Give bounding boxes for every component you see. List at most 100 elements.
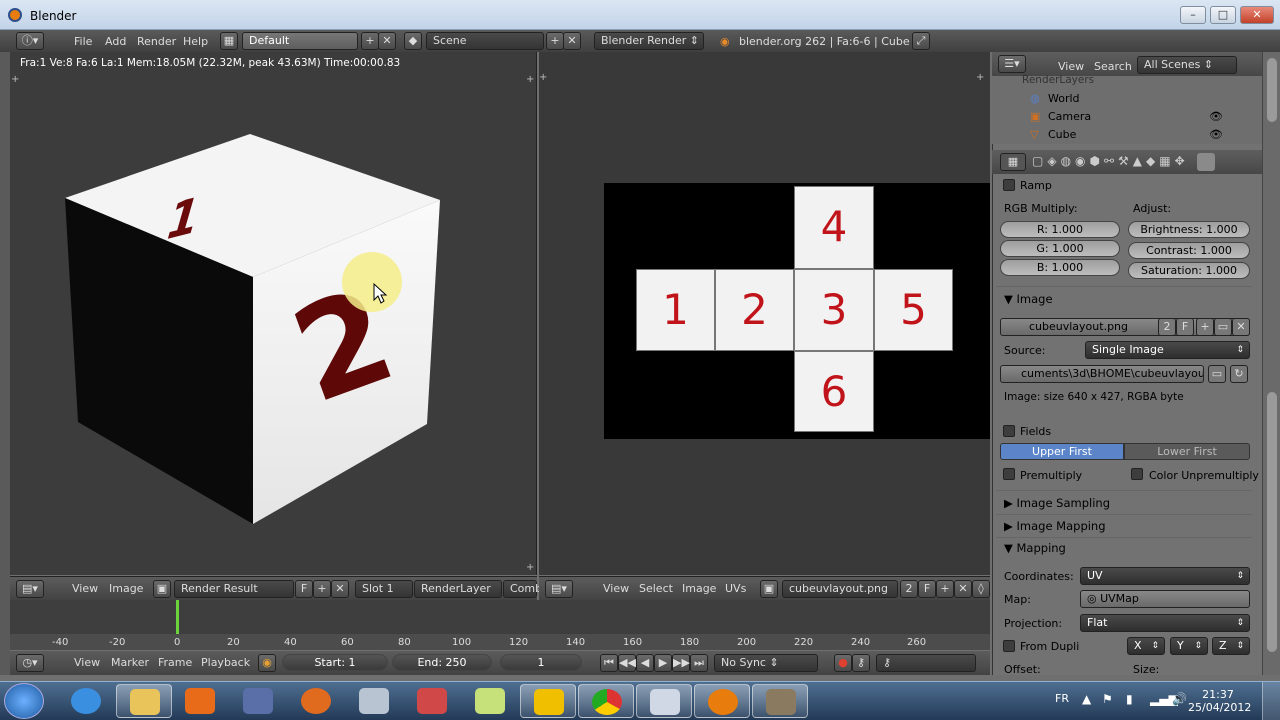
uv-fake-user-f-button[interactable]: F [918, 580, 936, 598]
maximize-button[interactable]: □ [1210, 6, 1236, 24]
uv-menu-view[interactable]: View [603, 582, 629, 595]
add-layout-icon[interactable]: + [361, 32, 379, 50]
image-new-icon[interactable]: + [1196, 318, 1214, 336]
start-frame-field[interactable]: Start: 1 [282, 654, 388, 671]
uv-image-browse-icon[interactable]: ▣ [760, 580, 778, 598]
editor-type-properties-icon[interactable]: ▦ [1000, 153, 1026, 171]
taskbar-media[interactable] [172, 684, 228, 718]
taskbar-notes[interactable] [462, 684, 518, 718]
image-unlink-icon[interactable]: ✕ [1232, 318, 1250, 336]
tl-menu-marker[interactable]: Marker [111, 656, 149, 669]
z-mapping-dropdown[interactable]: Z ⇕ [1212, 637, 1250, 655]
outliner-scroll-thumb[interactable] [1267, 58, 1277, 122]
remove-layout-icon[interactable]: ✕ [378, 32, 396, 50]
outliner-menu-view[interactable]: View [1058, 60, 1084, 73]
premultiply-checkbox[interactable] [1003, 468, 1015, 480]
flag-icon[interactable]: ⚑ [1102, 692, 1113, 706]
menu-help[interactable]: Help [183, 35, 208, 48]
minimize-button[interactable]: – [1180, 6, 1206, 24]
uv-menu-image[interactable]: Image [682, 582, 716, 595]
saturation-slider[interactable]: Saturation: 1.000 [1128, 262, 1250, 279]
language-indicator[interactable]: FR [1055, 692, 1069, 705]
jump-end-icon[interactable]: ⏭ [690, 654, 708, 672]
source-dropdown[interactable]: Single Image ⇕ [1085, 341, 1250, 359]
ramp-checkbox[interactable] [1003, 179, 1015, 191]
file-browse-icon[interactable]: ▭ [1208, 365, 1226, 383]
render-layer-dropdown[interactable]: RenderLayer [414, 580, 502, 598]
r-multiply-slider[interactable]: R: 1.000 [1000, 221, 1120, 238]
y-mapping-dropdown[interactable]: Y ⇕ [1170, 637, 1208, 655]
x-mapping-dropdown[interactable]: X ⇕ [1127, 637, 1165, 655]
tl-menu-view[interactable]: View [74, 656, 100, 669]
play-reverse-icon[interactable]: ◀ [636, 654, 654, 672]
pass-dropdown[interactable]: Comb [503, 580, 542, 598]
sync-dropdown[interactable]: No Sync ⇕ [714, 654, 818, 672]
outliner-item-world[interactable]: World [1048, 92, 1080, 105]
record-icon[interactable]: ● [834, 654, 852, 672]
contrast-slider[interactable]: Contrast: 1.000 [1128, 242, 1250, 259]
image-mapping-header[interactable]: ▶ Image Mapping [1004, 519, 1106, 533]
g-multiply-slider[interactable]: G: 1.000 [1000, 240, 1120, 257]
b-multiply-slider[interactable]: B: 1.000 [1000, 259, 1120, 276]
scene-icon[interactable]: ◆ [404, 32, 422, 50]
render-result-view[interactable]: 1 2 [10, 52, 537, 575]
keying-set-icon[interactable]: ⚷ [852, 654, 870, 672]
uv-image-name-field[interactable]: cubeuvlayout.png [782, 580, 898, 598]
play-icon[interactable]: ▶ [654, 654, 672, 672]
brightness-slider[interactable]: Brightness: 1.000 [1128, 221, 1250, 238]
show-hidden-icons-icon[interactable]: ▲ [1082, 692, 1091, 706]
uv-map-field[interactable]: ◎ UVMap [1080, 590, 1250, 608]
jump-keyframe-back-icon[interactable]: ◀◀ [618, 654, 636, 672]
image-open-icon[interactable]: ▭ [1214, 318, 1232, 336]
uv-add-image-icon[interactable]: + [936, 580, 954, 598]
outliner-scenes-dropdown[interactable]: All Scenes ⇕ [1137, 56, 1237, 74]
filepath-field[interactable]: cuments\3d\BHOME\cubeuvlayout.png [1000, 365, 1204, 383]
from-dupli-checkbox[interactable] [1003, 640, 1015, 652]
left-menu-image[interactable]: Image [109, 582, 143, 595]
taskbar-blender[interactable] [694, 684, 750, 718]
coordinates-dropdown[interactable]: UV ⇕ [1080, 567, 1250, 585]
timeline-ruler[interactable] [10, 634, 990, 650]
add-scene-icon[interactable]: + [546, 32, 564, 50]
color-unpremultiply-checkbox[interactable] [1131, 468, 1143, 480]
editor-type-outliner-icon[interactable]: ☰▾ [998, 55, 1026, 73]
taskbar-snipping[interactable] [404, 684, 460, 718]
uv-unlink-image-icon[interactable]: ✕ [954, 580, 972, 598]
render-result-field[interactable]: Render Result [174, 580, 294, 598]
close-button[interactable]: ✕ [1240, 6, 1274, 24]
mapping-header[interactable]: ▼ Mapping [1004, 541, 1066, 555]
tl-menu-frame[interactable]: Frame [158, 656, 192, 669]
taskbar-ie[interactable] [58, 684, 114, 718]
taskbar-chrome[interactable] [578, 684, 634, 718]
texture-tab-icon[interactable] [1197, 153, 1215, 171]
start-button[interactable] [4, 683, 44, 719]
slot-dropdown[interactable]: Slot 1 [355, 580, 413, 598]
properties-scroll-thumb[interactable] [1267, 392, 1277, 652]
taskbar-clock[interactable]: 21:37 25/04/2012 [1188, 688, 1251, 714]
fields-checkbox[interactable] [1003, 425, 1015, 437]
uv-menu-uvs[interactable]: UVs [725, 582, 746, 595]
taskbar-firefox[interactable] [288, 684, 344, 718]
projection-dropdown[interactable]: Flat ⇕ [1080, 614, 1250, 632]
upper-first-button[interactable]: Upper First [1000, 443, 1124, 460]
taskbar-explorer[interactable] [116, 684, 172, 718]
show-desktop-button[interactable] [1262, 682, 1280, 720]
taskbar-chat[interactable] [520, 684, 576, 718]
fake-user-f-button[interactable]: F [295, 580, 313, 598]
uv-menu-select[interactable]: Select [639, 582, 673, 595]
visibility-eye-icon[interactable]: 👁 [1209, 110, 1223, 123]
outliner-item-renderlayers[interactable]: RenderLayers [1022, 74, 1094, 86]
image-section-header[interactable]: ▼ Image [1004, 292, 1053, 306]
tl-menu-playback[interactable]: Playback [201, 656, 250, 669]
image-sampling-header[interactable]: ▶ Image Sampling [1004, 496, 1110, 510]
uv-image-canvas[interactable]: 4 1 2 3 5 6 [604, 183, 990, 439]
uv-pin-icon[interactable]: ◊ [972, 580, 990, 598]
outliner-menu-search[interactable]: Search [1094, 60, 1132, 73]
menu-add[interactable]: Add [105, 35, 126, 48]
render-engine-dropdown[interactable]: Blender Render ⇕ [594, 32, 704, 50]
left-menu-view[interactable]: View [72, 582, 98, 595]
uv-image-editor[interactable]: + + 4 1 2 3 5 6 [539, 52, 990, 575]
screen-layout-icon[interactable]: ▦ [220, 32, 238, 50]
editor-type-uv-icon[interactable]: ▤▾ [545, 580, 573, 598]
outliner-item-cube[interactable]: Cube [1048, 128, 1076, 141]
